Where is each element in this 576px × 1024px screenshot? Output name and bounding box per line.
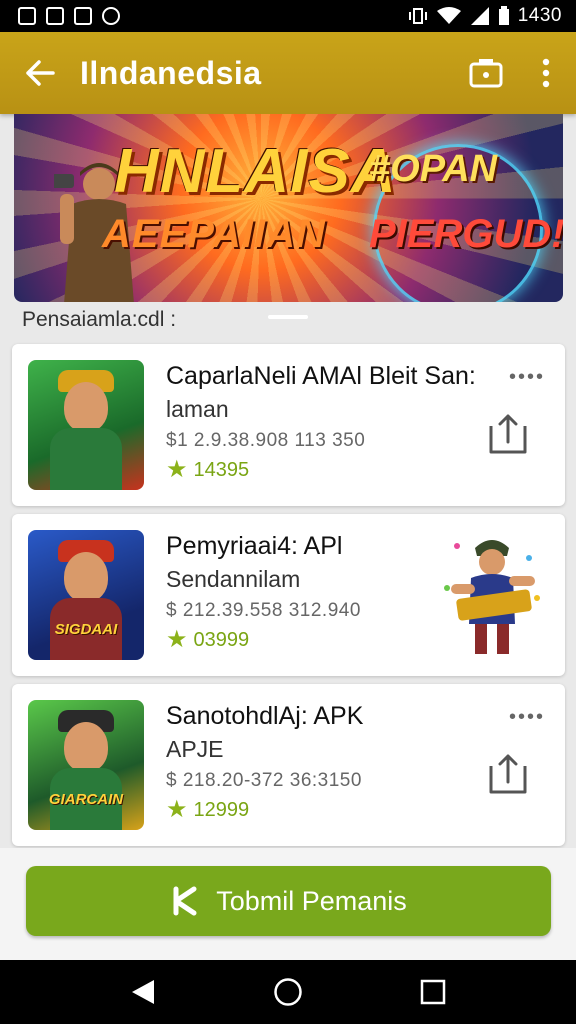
app-rating: ★ 03999 (166, 628, 249, 652)
app-title: Pemyriaai4: APl (166, 532, 343, 560)
app-thumbnail: GIARCAIN (28, 700, 144, 830)
camera-icon (469, 59, 503, 88)
primary-action-button[interactable]: Tobmil Pemanis (26, 866, 551, 936)
app-rating: ★ 14395 (166, 458, 249, 482)
section-label: Pensaiamla:cdl : (22, 308, 177, 331)
more-options-button[interactable] (516, 32, 576, 114)
banner-subtitle-right: PIERGUD! (369, 212, 563, 256)
vibrate-icon (408, 8, 427, 24)
sync-icon (102, 7, 120, 25)
share-icon[interactable] (485, 752, 531, 798)
back-button[interactable] (0, 32, 80, 114)
app-card[interactable]: SIGDAAI Pemyriaai4: APl Sendannilam $ 21… (12, 514, 565, 676)
image-icon (18, 7, 36, 25)
download-icon (173, 886, 197, 916)
banner-pager-indicator (268, 315, 308, 319)
nav-back-button[interactable] (123, 972, 163, 1012)
app-thumbnail (28, 360, 144, 490)
more-vert-icon (542, 58, 550, 88)
nav-home-icon (274, 978, 302, 1006)
mascot-illustration (444, 540, 540, 654)
notification-icons (18, 7, 120, 25)
nav-home-button[interactable] (268, 972, 308, 1012)
app-bar: Ilndanedsia (0, 32, 576, 114)
card-more-button[interactable]: •••• (509, 706, 545, 729)
rating-value: 12999 (193, 798, 250, 821)
app-subtitle: APJE (166, 736, 224, 762)
banner-title: HNLAISA (114, 137, 397, 206)
banner-tag: #OPAN (369, 148, 498, 190)
promo-banner[interactable]: HNLAISA #OPAN AEEPAIIAN PIERGUD! (14, 114, 563, 302)
app-price: $ 218.20-372 36:3150 (166, 770, 362, 791)
battery-icon (498, 6, 509, 25)
app-rating: ★ 12999 (166, 798, 249, 822)
rating-value: 03999 (193, 628, 250, 651)
camera-button[interactable] (456, 32, 516, 114)
image-icon (74, 7, 92, 25)
star-icon: ★ (166, 626, 188, 653)
app-card[interactable]: CaparlaNeli AMAl Bleit San: laman $1 2.9… (12, 344, 565, 506)
system-nav-bar (0, 960, 576, 1024)
image-icon (46, 7, 64, 25)
rating-value: 14395 (193, 458, 250, 481)
app-subtitle: Sendannilam (166, 566, 301, 592)
nav-back-icon (131, 980, 154, 1004)
wifi-icon (436, 7, 461, 24)
star-icon: ★ (166, 456, 188, 483)
app-price: $ 212.39.558 312.940 (166, 600, 361, 621)
app-title: CaparlaNeli AMAl Bleit San: (166, 362, 476, 390)
app-thumbnail: SIGDAAI (28, 530, 144, 660)
app-title: SanotohdlAj: APK (166, 702, 364, 730)
nav-recents-button[interactable] (413, 972, 453, 1012)
system-icons: 1430 (408, 5, 562, 27)
app-card[interactable]: GIARCAIN SanotohdlAj: APK APJE $ 218.20-… (12, 684, 565, 846)
back-arrow-icon (26, 60, 55, 86)
status-bar: 1430 (0, 0, 576, 32)
app-subtitle: laman (166, 396, 229, 422)
star-icon: ★ (166, 796, 188, 823)
card-more-button[interactable]: •••• (509, 366, 545, 389)
nav-recents-icon (421, 979, 446, 1005)
clock: 1430 (517, 5, 562, 26)
app-price: $1 2.9.38.908 113 350 (166, 430, 366, 451)
signal-icon (470, 7, 489, 25)
banner-subtitle: AEEPAIIAN (102, 212, 326, 256)
page-title: Ilndanedsia (80, 54, 262, 91)
primary-action-label: Tobmil Pemanis (216, 885, 407, 916)
share-icon[interactable] (485, 412, 531, 458)
